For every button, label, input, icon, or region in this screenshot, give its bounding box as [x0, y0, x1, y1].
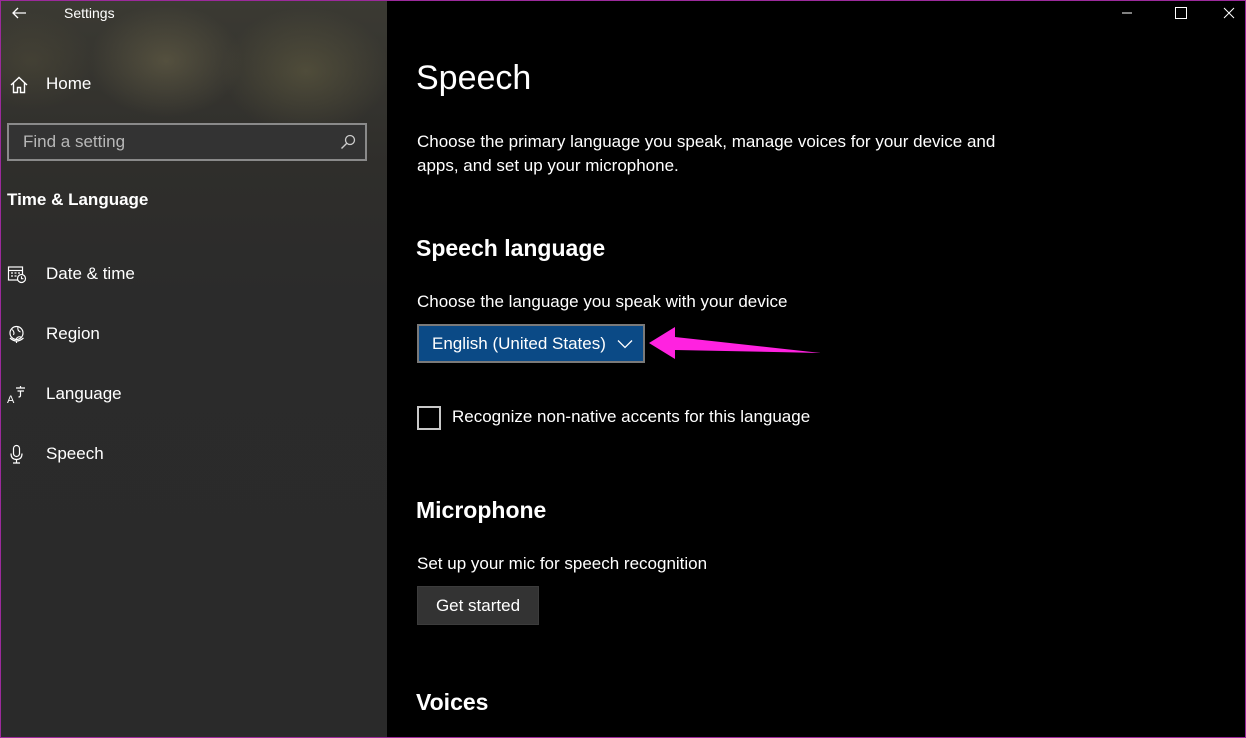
speech-language-heading: Speech language [416, 235, 606, 261]
sidebar-item-label: Speech [46, 444, 104, 463]
main-content: Speech Choose the primary language you s… [387, 1, 1245, 737]
close-button[interactable] [1209, 1, 1245, 25]
language-icon: A [7, 386, 25, 404]
globe-icon [9, 325, 24, 343]
back-button[interactable] [5, 1, 33, 25]
back-arrow-icon [12, 7, 26, 19]
minimize-button[interactable] [1107, 1, 1147, 25]
dropdown-selected-value: English (United States) [432, 334, 606, 353]
accents-checkbox[interactable] [417, 406, 441, 430]
minimize-icon [1122, 12, 1132, 14]
app-title: Settings [64, 5, 115, 21]
chevron-down-icon [617, 340, 633, 349]
home-label: Home [46, 74, 92, 93]
speech-language-dropdown[interactable]: English (United States) [417, 324, 645, 363]
home-icon [10, 76, 28, 94]
settings-window: Settings Home Time & Language [0, 0, 1246, 738]
microphone-heading: Microphone [416, 497, 547, 523]
maximize-button[interactable] [1161, 1, 1201, 25]
voices-heading: Voices [416, 689, 489, 715]
speech-language-prompt: Choose the language you speak with your … [417, 292, 788, 311]
close-icon [1223, 7, 1235, 19]
title-bar: Settings [1, 1, 387, 25]
sidebar-item-date-time[interactable]: Date & time [1, 254, 387, 294]
maximize-icon [1175, 7, 1187, 19]
sidebar-item-speech[interactable]: Speech [1, 434, 387, 474]
accents-checkbox-label: Recognize non-native accents for this la… [452, 407, 811, 426]
sidebar-item-label: Date & time [46, 264, 135, 283]
page-title: Speech [416, 59, 532, 97]
search-icon[interactable] [340, 134, 356, 150]
svg-text:A: A [7, 394, 15, 404]
sidebar-item-language[interactable]: A Language [1, 374, 387, 414]
microphone-icon [10, 444, 23, 464]
sidebar-item-home[interactable]: Home [1, 67, 387, 101]
sidebar-item-label: Language [46, 384, 122, 403]
calendar-clock-icon [7, 266, 27, 284]
search-box[interactable] [7, 123, 367, 161]
sidebar-section-heading: Time & Language [7, 190, 149, 209]
search-input[interactable] [9, 132, 329, 152]
get-started-button[interactable]: Get started [417, 586, 539, 625]
sidebar-item-label: Region [46, 324, 100, 343]
annotation-arrow [649, 327, 821, 359]
page-description: Choose the primary language you speak, m… [417, 132, 996, 175]
sidebar-item-region[interactable]: Region [1, 314, 387, 354]
sidebar: Settings Home Time & Language [1, 1, 387, 737]
microphone-prompt: Set up your mic for speech recognition [417, 554, 708, 573]
